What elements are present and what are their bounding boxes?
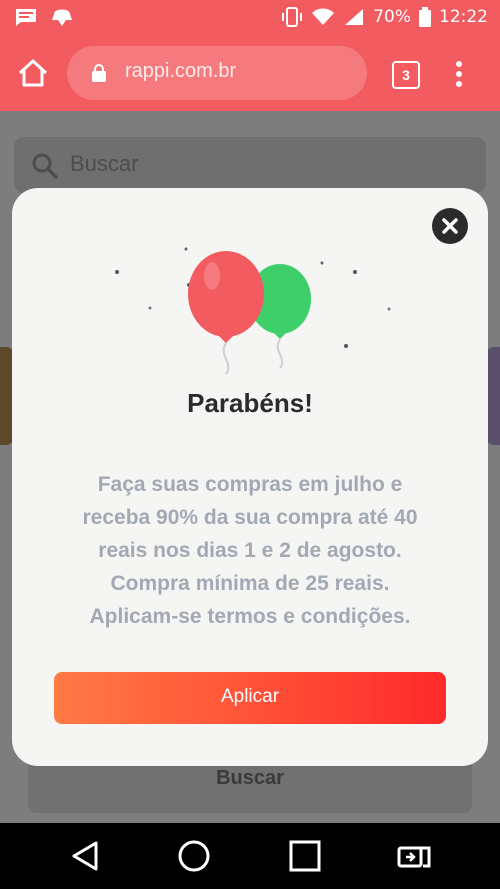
search-icon xyxy=(32,153,58,179)
promo-modal: Parabéns! Faça suas compras em julho e r… xyxy=(12,188,488,766)
tab-count: 3 xyxy=(402,67,410,83)
menu-icon xyxy=(456,61,462,87)
notification-icon xyxy=(50,6,74,28)
home-icon xyxy=(18,59,48,87)
home-nav-button[interactable] xyxy=(177,839,211,873)
lock-icon xyxy=(92,64,106,82)
navigation-bar xyxy=(0,823,500,889)
recents-button[interactable] xyxy=(288,839,322,873)
apply-button[interactable]: Aplicar xyxy=(54,672,446,724)
message-icon xyxy=(14,7,38,27)
wifi-icon xyxy=(311,7,335,27)
modal-body-line: Compra mínima de 25 reais. xyxy=(110,572,390,595)
modal-body-line: Aplicam-se termos e condições. xyxy=(89,605,411,628)
food-image-right xyxy=(486,347,500,445)
menu-button[interactable] xyxy=(452,58,466,90)
url-field[interactable]: rappi.com.br xyxy=(67,46,367,100)
screen-rotate-button[interactable] xyxy=(397,839,431,873)
modal-body-line: receba 90% da sua compra até 40 xyxy=(82,506,418,529)
tabs-button[interactable]: 3 xyxy=(392,61,420,89)
modal-body-line: reais nos dias 1 e 2 de agosto. xyxy=(98,539,402,562)
vibrate-icon xyxy=(281,6,303,28)
url-text: rappi.com.br xyxy=(125,60,237,82)
modal-title: Parabéns! xyxy=(187,388,313,418)
search-button-label: Buscar xyxy=(216,767,284,789)
modal-body-line: Faça suas compras em julho e xyxy=(97,473,403,496)
battery-icon xyxy=(419,7,431,27)
back-icon xyxy=(72,841,98,871)
modal-body: Faça suas compras em julho e receba 90% … xyxy=(42,468,458,633)
battery-text: 70% xyxy=(373,7,411,27)
search-placeholder: Buscar xyxy=(70,151,139,176)
clock: 12:22 xyxy=(439,7,488,27)
signal-icon xyxy=(343,7,365,27)
close-button[interactable] xyxy=(432,208,468,244)
home-button[interactable] xyxy=(16,56,50,90)
status-bar: 70% 12:22 xyxy=(0,0,500,36)
search-bar[interactable]: Buscar xyxy=(14,137,486,193)
screen-rotate-icon xyxy=(397,846,431,868)
browser-toolbar: rappi.com.br 3 xyxy=(0,36,500,111)
close-icon xyxy=(442,218,458,234)
home-nav-icon xyxy=(178,840,210,872)
back-button[interactable] xyxy=(68,839,102,873)
apply-button-label: Aplicar xyxy=(220,686,280,707)
recents-icon xyxy=(289,840,321,872)
balloons-illustration xyxy=(115,247,391,375)
